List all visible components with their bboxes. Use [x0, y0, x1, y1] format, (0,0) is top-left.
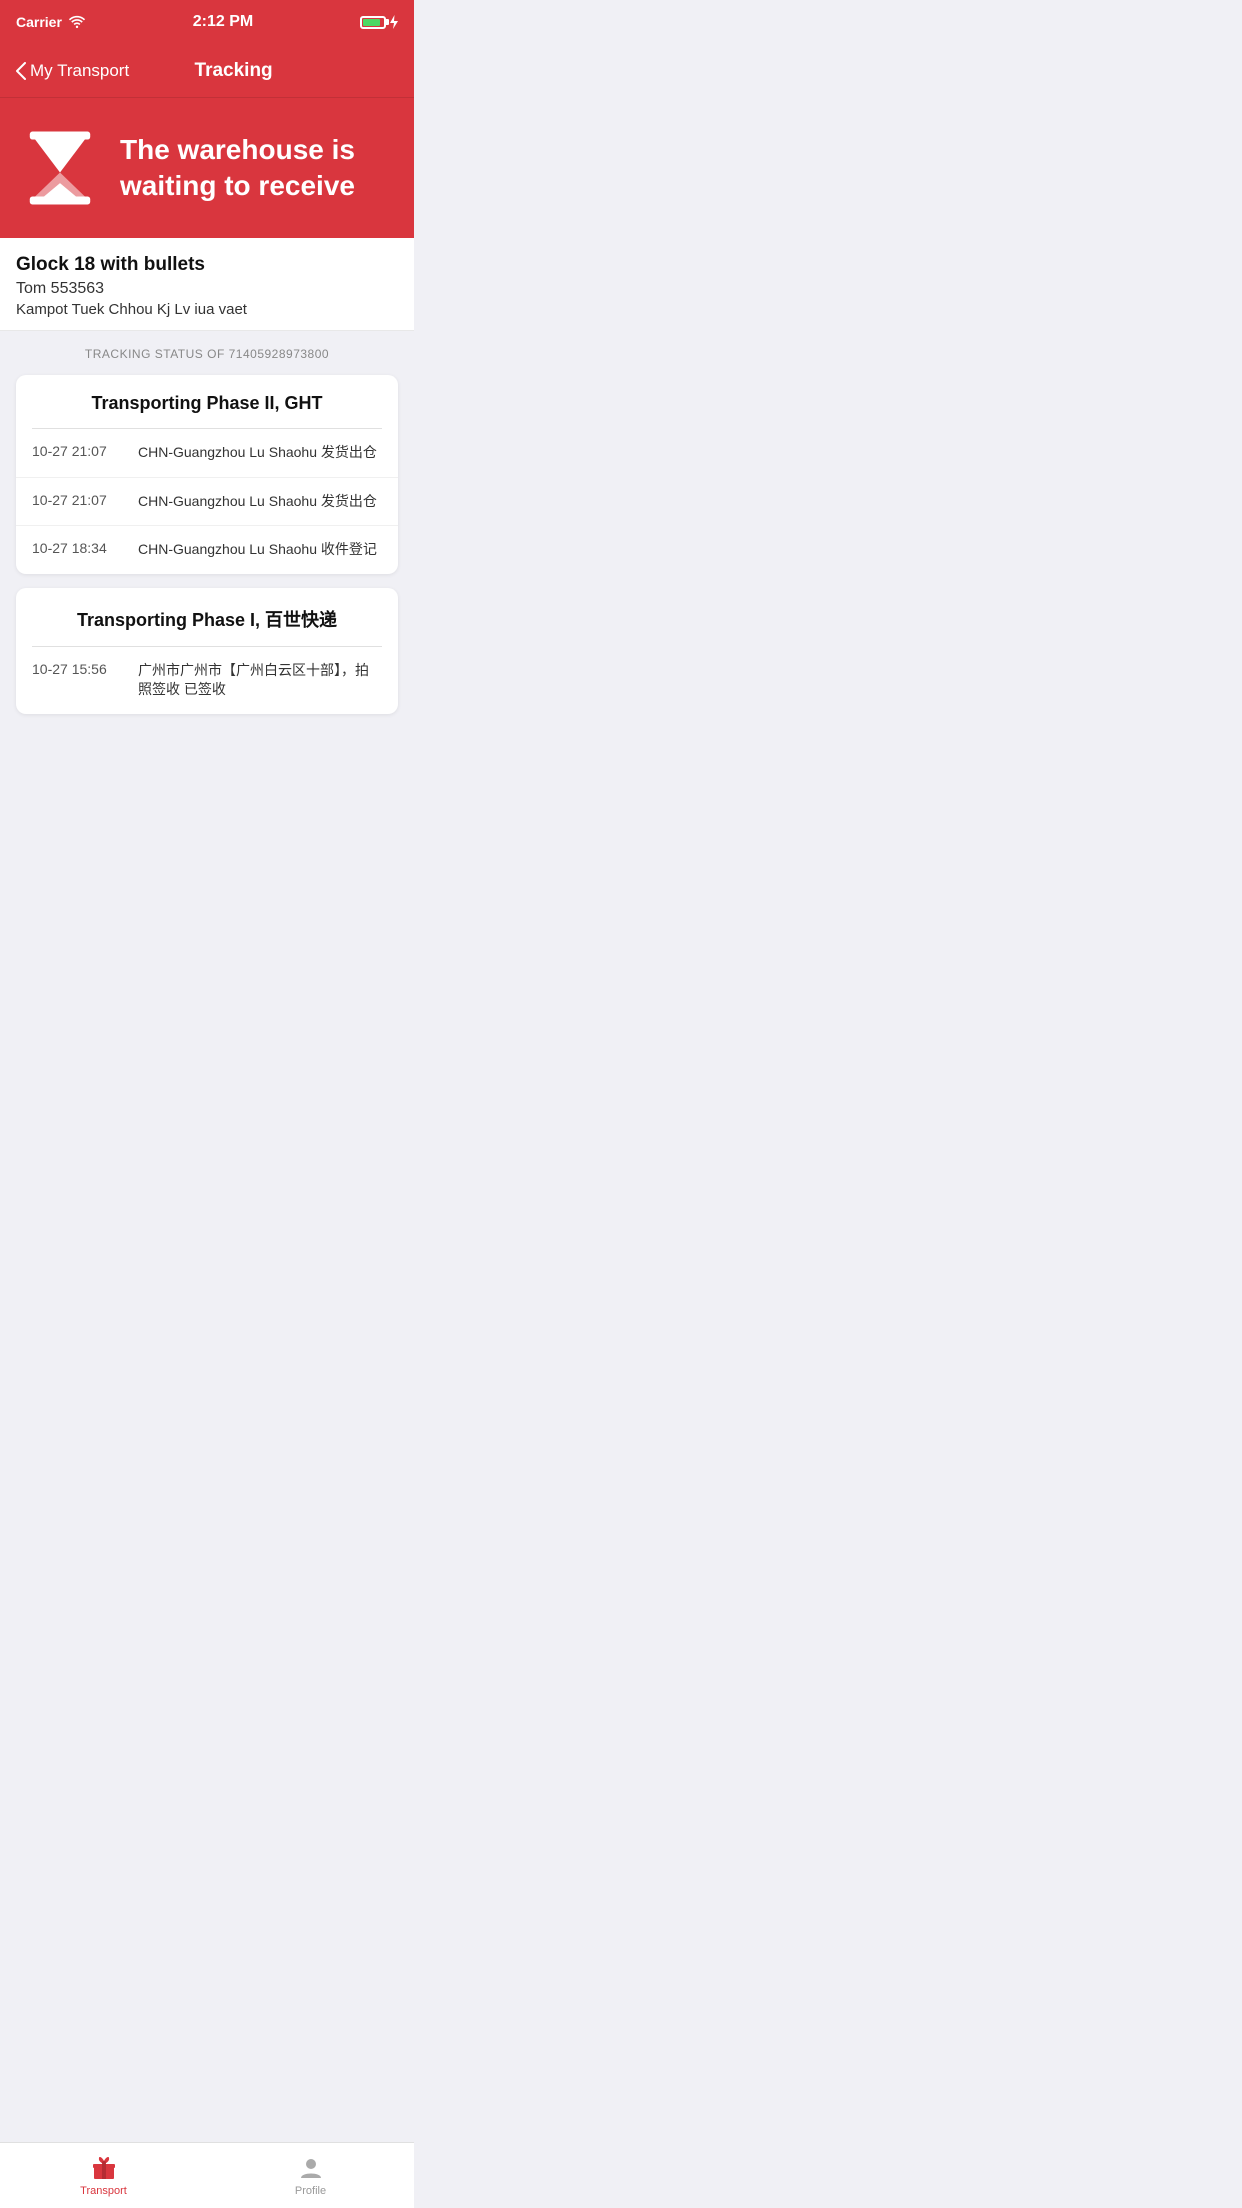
carrier-label: Carrier — [16, 14, 62, 30]
tracking-entry: 10-27 21:07 CHN-Guangzhou Lu Shaohu 发货出仓 — [16, 429, 398, 478]
tracking-entry: 10-27 18:34 CHN-Guangzhou Lu Shaohu 收件登记 — [16, 526, 398, 574]
package-address: Kampot Tuek Chhou Kj Lv iua vaet — [16, 301, 398, 318]
entry-time: 10-27 18:34 — [32, 540, 122, 560]
package-sender: Tom 553563 — [16, 280, 398, 298]
package-info: Glock 18 with bullets Tom 553563 Kampot … — [0, 238, 414, 331]
entry-desc: CHN-Guangzhou Lu Shaohu 发货出仓 — [138, 443, 377, 463]
profile-icon — [297, 2154, 325, 2182]
hourglass-icon — [24, 128, 96, 208]
transport-icon — [90, 2154, 118, 2182]
phase-card-1: Transporting Phase I, 百世快递 10-27 15:56 广… — [16, 588, 398, 714]
back-chevron-icon — [16, 62, 26, 80]
status-bar-left: Carrier — [16, 14, 86, 30]
status-bar-right — [360, 15, 398, 29]
nav-bar: My Transport Tracking — [0, 44, 414, 98]
status-bar: Carrier 2:12 PM — [0, 0, 414, 44]
tracking-section: TRACKING STATUS OF 71405928973800 Transp… — [0, 331, 414, 714]
entry-desc: CHN-Guangzhou Lu Shaohu 发货出仓 — [138, 492, 377, 512]
tracking-entry: 10-27 21:07 CHN-Guangzhou Lu Shaohu 发货出仓 — [16, 478, 398, 527]
back-label: My Transport — [30, 61, 129, 81]
tab-bar: Transport Profile — [0, 2142, 414, 2208]
tab-profile-label: Profile — [295, 2185, 326, 2197]
phase-1-title: Transporting Phase I, 百世快递 — [16, 588, 398, 646]
entry-desc: CHN-Guangzhou Lu Shaohu 收件登记 — [138, 540, 377, 560]
entry-time: 10-27 21:07 — [32, 443, 122, 463]
entry-time: 10-27 15:56 — [32, 661, 122, 700]
package-name: Glock 18 with bullets — [16, 254, 398, 276]
charging-icon — [390, 15, 398, 29]
tab-transport[interactable]: Transport — [0, 2143, 207, 2208]
phase-card-2: Transporting Phase II, GHT 10-27 21:07 C… — [16, 375, 398, 574]
entry-desc: 广州市广州市【广州白云区十部】，拍照签收 已签收 — [138, 661, 382, 700]
back-button[interactable]: My Transport — [16, 61, 129, 81]
tab-profile[interactable]: Profile — [207, 2143, 414, 2208]
battery-icon — [360, 16, 386, 29]
status-bar-time: 2:12 PM — [193, 13, 253, 31]
wifi-icon — [68, 15, 86, 29]
entry-time: 10-27 21:07 — [32, 492, 122, 512]
page-title: Tracking — [129, 60, 338, 82]
tab-transport-label: Transport — [80, 2185, 127, 2197]
status-banner: The warehouse is waiting to receive — [0, 98, 414, 238]
tracking-entry: 10-27 15:56 广州市广州市【广州白云区十部】，拍照签收 已签收 — [16, 647, 398, 714]
tracking-label: TRACKING STATUS OF 71405928973800 — [16, 347, 398, 361]
phase-cards-container: Transporting Phase II, GHT 10-27 21:07 C… — [16, 375, 398, 714]
status-message: The warehouse is waiting to receive — [120, 132, 390, 205]
phase-2-title: Transporting Phase II, GHT — [16, 375, 398, 428]
